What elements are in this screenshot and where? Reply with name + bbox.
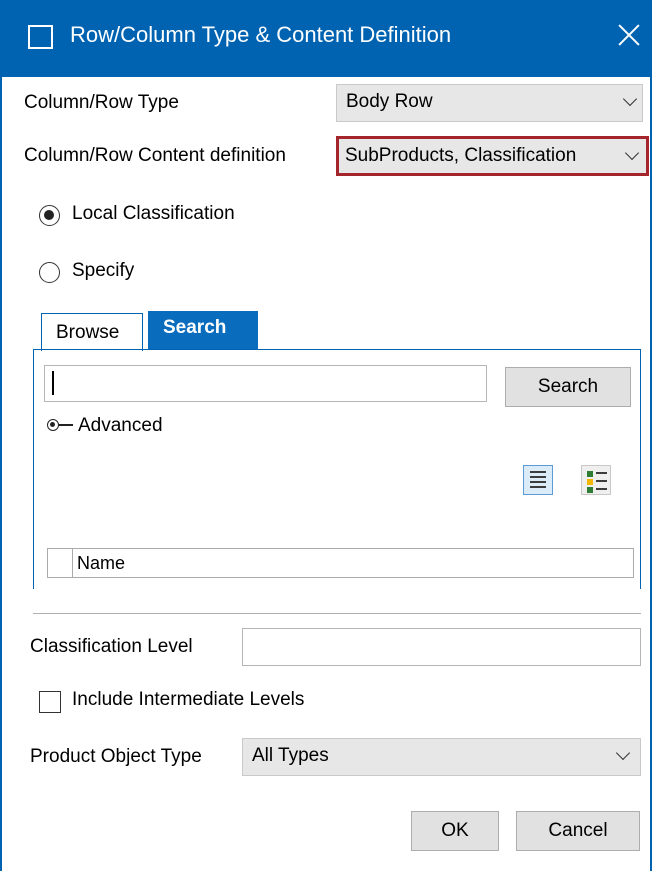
classification-level-input[interactable] — [242, 628, 641, 666]
specify-label: Specify — [72, 260, 135, 281]
text-caret — [52, 371, 54, 395]
product-object-type-select[interactable]: All Types — [242, 738, 641, 776]
column-row-type-label: Column/Row Type — [24, 92, 179, 113]
include-intermediate-checkbox[interactable] — [39, 691, 61, 713]
specify-radio[interactable] — [39, 262, 60, 283]
tab-search[interactable]: Search — [148, 311, 258, 349]
window-title: Row/Column Type & Content Definition — [70, 22, 452, 47]
chevron-down-icon — [622, 91, 638, 107]
classification-level-label: Classification Level — [30, 636, 193, 657]
dialog: Row/Column Type & Content Definition Col… — [0, 0, 652, 871]
expand-key-icon[interactable] — [47, 419, 75, 433]
grid-corner-cell — [48, 549, 73, 577]
cancel-button[interactable]: Cancel — [516, 811, 640, 851]
column-row-type-select[interactable]: Body Row — [336, 84, 643, 122]
detail-view-icon[interactable] — [581, 465, 611, 495]
include-intermediate-label: Include Intermediate Levels — [72, 689, 305, 710]
local-classification-label: Local Classification — [72, 203, 235, 224]
tab-search-label: Search — [163, 317, 227, 338]
chevron-down-icon — [615, 745, 631, 761]
tab-browse-label: Browse — [56, 322, 120, 343]
ok-button[interactable]: OK — [411, 811, 499, 851]
list-view-icon[interactable] — [523, 465, 553, 495]
content-definition-value: SubProducts, Classification — [345, 145, 577, 166]
separator — [33, 613, 641, 614]
search-input[interactable] — [44, 365, 487, 402]
search-button[interactable]: Search — [505, 367, 631, 407]
content-definition-select[interactable]: SubProducts, Classification — [336, 136, 649, 176]
product-object-type-label: Product Object Type — [30, 746, 202, 767]
title-bar: Row/Column Type & Content Definition — [2, 0, 652, 77]
results-grid-header: Name — [47, 548, 634, 578]
close-icon[interactable] — [614, 20, 644, 50]
chevron-down-icon — [624, 145, 640, 161]
column-row-type-value: Body Row — [346, 91, 433, 112]
window-icon — [28, 25, 53, 49]
advanced-toggle[interactable]: Advanced — [78, 415, 163, 437]
column-header-name[interactable]: Name — [77, 553, 125, 574]
tab-browse[interactable]: Browse — [41, 313, 143, 351]
local-classification-radio[interactable] — [39, 205, 60, 226]
product-object-type-value: All Types — [252, 745, 329, 766]
content-definition-label: Column/Row Content definition — [24, 145, 286, 166]
